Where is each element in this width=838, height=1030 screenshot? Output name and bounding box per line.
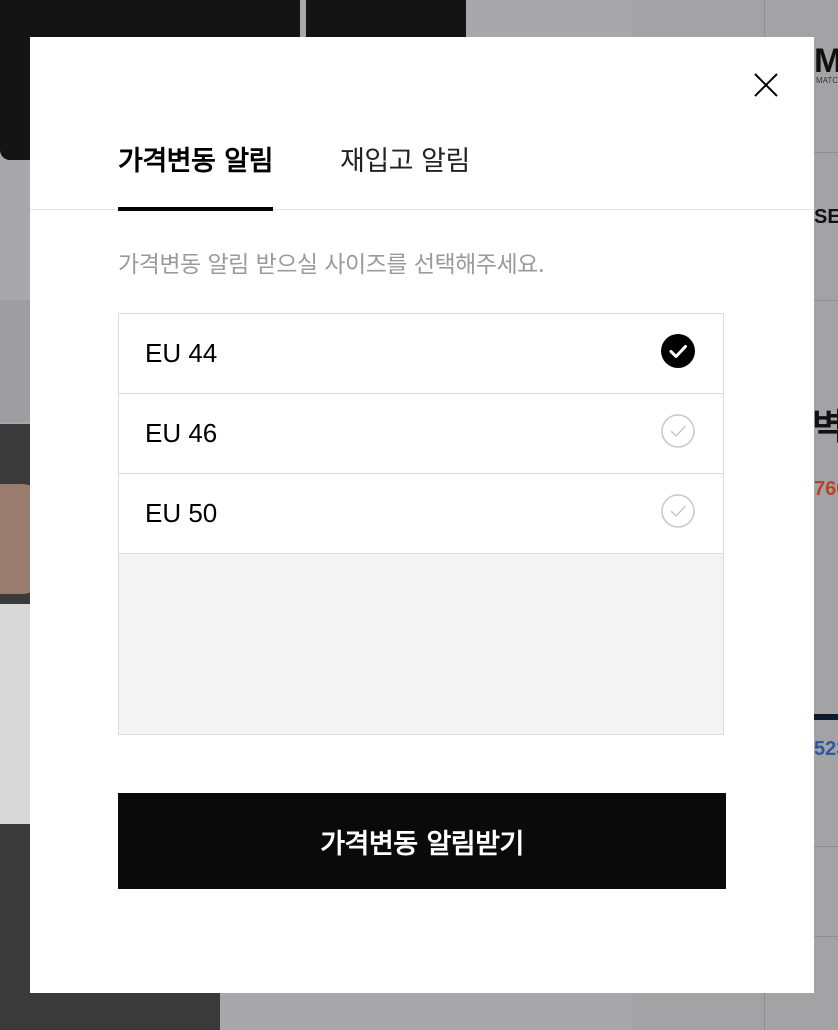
background-price-fragment: 760 (814, 478, 838, 500)
price-alert-modal: 가격변동 알림 재입고 알림 가격변동 알림 받으실 사이즈를 선택해주세요. … (30, 37, 814, 993)
check-circle-icon (661, 494, 695, 528)
size-option-eu-50[interactable]: EU 50 (119, 474, 723, 554)
size-option-eu-44[interactable]: EU 44 (119, 314, 723, 394)
background-text-fragment: MATC (816, 76, 838, 85)
size-instruction-text: 가격변동 알림 받으실 사이즈를 선택해주세요. (118, 252, 545, 278)
background-bar (812, 714, 838, 720)
size-option-label: EU 46 (145, 418, 218, 448)
background-text-fragment: SE (814, 206, 838, 228)
submit-price-alert-button[interactable]: 가격변동 알림받기 (118, 793, 726, 889)
tab-price-alert[interactable]: 가격변동 알림 (118, 139, 273, 211)
size-option-eu-46[interactable]: EU 46 (119, 394, 723, 474)
size-option-label: EU 50 (145, 498, 218, 528)
background-text-fragment: 벽 (812, 406, 838, 447)
background-price-fragment: 523 (814, 738, 838, 760)
background-suit-photo-2 (306, 0, 466, 40)
size-option-label: EU 44 (145, 338, 218, 368)
tab-restock-alert[interactable]: 재입고 알림 (340, 139, 470, 209)
alert-tabs: 가격변동 알림 재입고 알림 (30, 37, 814, 211)
check-circle-icon-selected (661, 334, 695, 368)
check-circle-icon (661, 414, 695, 448)
size-option-list: EU 44 EU 46 EU 50 (118, 313, 724, 735)
